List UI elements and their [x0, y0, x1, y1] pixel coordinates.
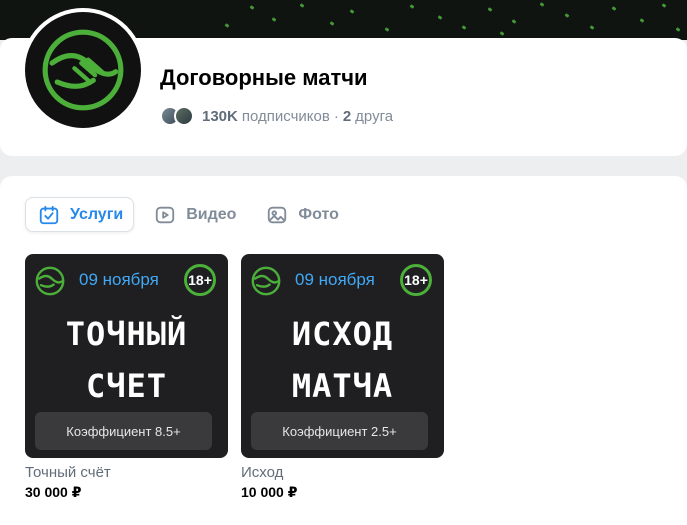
group-avatar[interactable]	[21, 8, 145, 132]
product-card[interactable]: 09 ноября 18+ ИСХОД МАТЧА Коэффициент 2.…	[241, 254, 444, 501]
handshake-ball-icon	[35, 266, 65, 296]
banner-line-2: СЧЕТ	[85, 367, 168, 405]
section-tabs: Услуги Видео Фото	[25, 197, 349, 232]
play-icon	[156, 206, 175, 223]
tab-video[interactable]: Видео	[142, 197, 246, 232]
friends-avatars[interactable]	[160, 106, 194, 126]
subscribers-label[interactable]: подписчиков	[242, 108, 330, 125]
subscribers-count[interactable]: 130K	[202, 108, 238, 125]
product-list: 09 ноября 18+ ТОЧНЫЙ СЧЕТ Коэффициент 8.…	[25, 254, 444, 501]
product-card[interactable]: 09 ноября 18+ ТОЧНЫЙ СЧЕТ Коэффициент 8.…	[25, 254, 228, 501]
product-title[interactable]: Исход	[241, 464, 444, 481]
product-image[interactable]: 09 ноября 18+ ТОЧНЫЙ СЧЕТ Коэффициент 8.…	[25, 254, 228, 458]
product-image[interactable]: 09 ноября 18+ ИСХОД МАТЧА Коэффициент 2.…	[241, 254, 444, 458]
age-rating-badge: 18+	[184, 264, 216, 296]
product-banner-text: ТОЧНЫЙ СЧЕТ	[25, 308, 228, 412]
product-price: 30 000 ₽	[25, 484, 82, 500]
tab-video-label: Видео	[186, 205, 237, 223]
banner-line-1: ИСХОД	[291, 315, 394, 353]
product-date: 09 ноября	[295, 270, 375, 289]
group-meta: 130K подписчиков · 2 друга	[160, 106, 393, 126]
handshake-ball-icon	[42, 29, 124, 111]
meta-separator: ·	[333, 107, 339, 125]
product-date: 09 ноября	[79, 270, 159, 289]
product-banner-text: ИСХОД МАТЧА	[241, 308, 444, 412]
friends-label[interactable]: друга	[355, 108, 393, 125]
group-title: Договорные матчи	[160, 65, 368, 90]
tab-photo-label: Фото	[298, 205, 339, 223]
product-title[interactable]: Точный счёт	[25, 464, 228, 481]
tab-services[interactable]: Услуги	[25, 197, 135, 232]
coefficient-label: Коэффициент 2.5+	[251, 412, 428, 450]
photo-icon	[268, 206, 287, 223]
calendar-check-icon	[39, 205, 59, 224]
banner-line-1: ТОЧНЫЙ	[65, 315, 188, 353]
services-section: Услуги Видео Фото 09 ноября 18+ ТОЧНЫЙ С…	[0, 176, 687, 525]
coefficient-label: Коэффициент 8.5+	[35, 412, 212, 450]
handshake-ball-icon	[251, 266, 281, 296]
product-price: 10 000 ₽	[241, 484, 298, 500]
tab-photo[interactable]: Фото	[254, 197, 348, 232]
banner-line-2: МАТЧА	[291, 367, 394, 405]
tab-services-label: Услуги	[70, 205, 124, 223]
friends-count[interactable]: 2	[343, 108, 351, 125]
age-rating-badge: 18+	[400, 264, 432, 296]
